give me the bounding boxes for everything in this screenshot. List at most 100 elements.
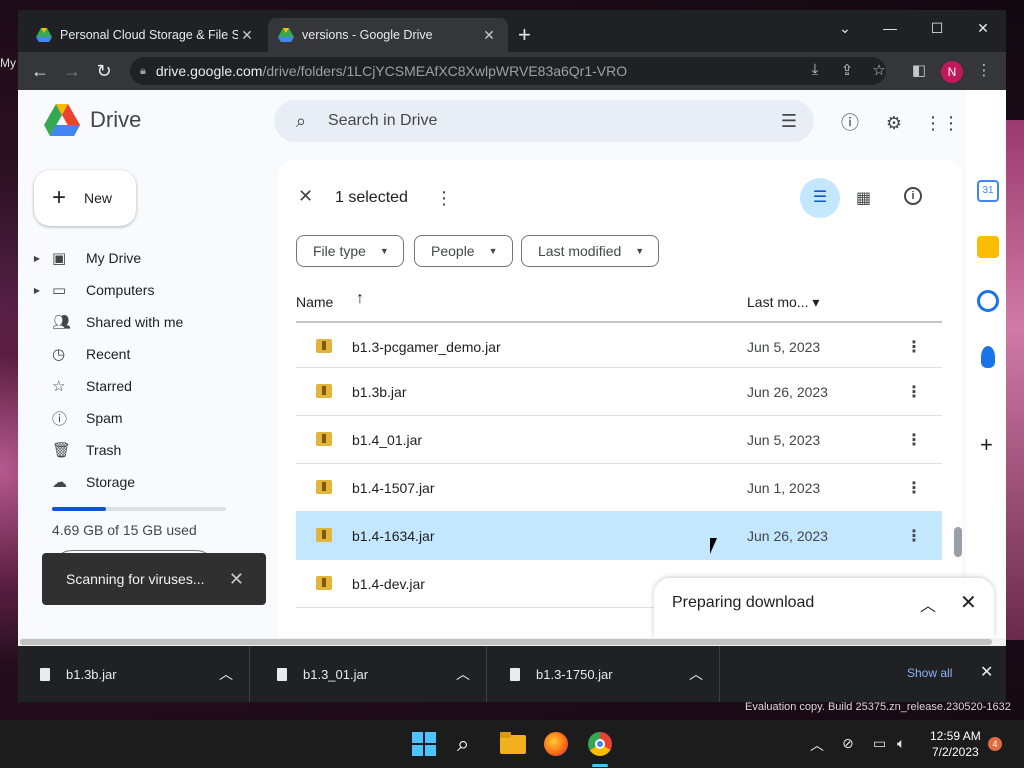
chevron-up-icon[interactable]: ︿ — [689, 664, 703, 684]
apps-grid-icon[interactable]: ⋮⋮⋮ — [924, 111, 978, 135]
sidebar-item-computers[interactable]: ▶ ▭ Computers — [18, 274, 268, 306]
column-last-modified[interactable]: Last mo... ▾ — [747, 294, 819, 311]
tab-versions-drive[interactable]: versions - Google Drive ✕ — [268, 18, 508, 52]
download-item[interactable]: b1.3-1750.jar ︿ — [488, 646, 720, 702]
forward-icon[interactable]: → — [60, 61, 84, 81]
close-shelf-icon[interactable]: ✕ — [980, 662, 993, 682]
tab-close-icon[interactable]: ✕ — [238, 27, 256, 44]
get-addons-plus-icon[interactable]: + — [980, 432, 993, 458]
chrome-icon[interactable] — [588, 732, 612, 756]
reload-icon[interactable]: ↻ — [92, 61, 116, 81]
search-icon[interactable]: ⌕ — [274, 111, 328, 132]
column-name[interactable]: Name — [296, 294, 333, 310]
tab-personal-cloud[interactable]: Personal Cloud Storage & File Sh ✕ — [26, 18, 266, 52]
list-scrollbar[interactable] — [954, 527, 962, 557]
filter-chip-people[interactable]: People ▼ — [414, 235, 513, 267]
search-icon[interactable]: ⌕ — [457, 732, 481, 756]
side-panel-icon[interactable]: ◧ — [908, 61, 930, 79]
file-row[interactable]: b1.4_01.jar Jun 5, 2023 ⋮ — [296, 416, 942, 464]
chevron-up-icon[interactable]: ︿ — [219, 664, 233, 684]
maximize-icon[interactable]: ☐ — [925, 20, 949, 37]
close-panel-icon[interactable]: ✕ — [960, 590, 977, 615]
file-row-selected[interactable]: b1.4-1634.jar Jun 26, 2023 ⋮ — [296, 512, 942, 560]
filter-chip-last-modified[interactable]: Last modified ▼ — [521, 235, 660, 267]
row-menu-icon[interactable]: ⋮ — [906, 526, 922, 546]
firefox-icon[interactable] — [544, 732, 568, 756]
filter-chip-file-type[interactable]: File type ▼ — [296, 235, 404, 267]
clear-selection-icon[interactable]: ✕ — [298, 186, 313, 207]
expand-caret-icon[interactable]: ▶ — [18, 286, 44, 295]
horizontal-scrollbar[interactable] — [18, 638, 1006, 646]
browser-profile-avatar[interactable]: N — [941, 61, 963, 83]
sidebar-item-starred[interactable]: ☆ Starred — [18, 370, 268, 402]
download-item[interactable]: b1.3_01.jar ︿ — [255, 646, 487, 702]
file-icon — [40, 667, 50, 681]
notification-badge[interactable]: 4 — [988, 737, 1002, 751]
scanning-toast: Scanning for viruses... ✕ — [42, 553, 266, 605]
system-clock[interactable]: 12:59 AM 7/2/2023 — [930, 728, 981, 760]
sidebar-item-recent[interactable]: ◷ Recent — [18, 338, 268, 370]
more-actions-icon[interactable]: ⋮ — [435, 188, 453, 209]
search-options-icon[interactable]: ☰ — [764, 111, 814, 132]
row-menu-icon[interactable]: ⋮ — [906, 430, 922, 450]
file-icon — [510, 667, 520, 681]
browser-menu-icon[interactable]: ⋮ — [973, 61, 995, 79]
toast-close-icon[interactable]: ✕ — [229, 569, 244, 590]
sidebar-item-my-drive[interactable]: ▶ ▣ My Drive — [18, 242, 268, 274]
tab-search-icon[interactable]: ⌄ — [833, 20, 857, 37]
chevron-up-icon[interactable]: ︿ — [456, 664, 470, 684]
bookmark-star-icon[interactable]: ☆ — [868, 61, 890, 79]
sidebar-item-storage[interactable]: ☁ Storage — [18, 466, 268, 498]
display-icon[interactable]: ▭ — [873, 735, 886, 752]
sidebar-item-trash[interactable]: 🗑︎ Trash — [18, 434, 268, 466]
tasks-icon[interactable] — [977, 290, 999, 312]
selection-count: 1 selected — [335, 189, 408, 206]
expand-caret-icon[interactable]: ▶ — [18, 254, 44, 263]
new-tab-icon[interactable]: + — [518, 24, 531, 46]
sort-arrow-up-icon[interactable]: ↑ — [356, 290, 364, 308]
horizontal-scrollbar-thumb[interactable] — [20, 639, 992, 645]
download-item[interactable]: b1.3b.jar ︿ — [18, 646, 250, 702]
url-path: /drive/folders/1LCjYCSMEAfXC8XwlpWRVE83a… — [262, 63, 628, 79]
file-row[interactable]: b1.3-pcgamer_demo.jar Jun 5, 2023 ⋮ — [296, 322, 942, 368]
row-menu-icon[interactable]: ⋮ — [906, 382, 922, 402]
help-icon[interactable]: ⓘ — [838, 111, 862, 135]
contacts-icon[interactable] — [981, 346, 995, 368]
details-info-icon[interactable]: i — [904, 187, 922, 205]
volume-icon[interactable]: 🔈︎ — [897, 735, 905, 752]
url-bar[interactable]: 🔒︎ drive.google.com /drive/folders/1LCjY… — [130, 57, 886, 85]
calendar-icon[interactable]: 31 — [977, 180, 999, 202]
new-button[interactable]: + New — [34, 170, 136, 226]
network-off-icon[interactable]: ⊘ — [842, 735, 854, 752]
share-icon[interactable]: ⇪ — [836, 61, 858, 79]
minimize-icon[interactable]: — — [878, 20, 902, 36]
lock-icon: 🔒︎ — [140, 64, 146, 77]
grid-view-icon[interactable]: ▦ — [856, 188, 871, 208]
row-menu-icon[interactable]: ⋮ — [906, 337, 922, 357]
settings-gear-icon[interactable]: ⚙ — [882, 111, 906, 135]
close-window-icon[interactable]: ✕ — [971, 20, 995, 37]
filter-toggle-icon[interactable]: ☰ — [800, 178, 840, 218]
sidebar-item-spam[interactable]: ⓘ Spam — [18, 402, 268, 434]
search-input[interactable]: ⌕ Search in Drive ☰ — [274, 100, 814, 142]
file-name: b1.4-1507.jar — [352, 480, 435, 496]
collapse-chevron-icon[interactable]: ︿ — [920, 592, 936, 616]
start-windows-icon[interactable] — [412, 732, 436, 756]
keep-icon[interactable] — [977, 236, 999, 258]
drive-logo[interactable]: Drive — [44, 104, 141, 136]
install-app-icon[interactable]: ⤓ — [804, 61, 826, 78]
tray-overflow-icon[interactable]: ︿ — [810, 735, 824, 755]
back-icon[interactable]: ← — [28, 61, 52, 81]
selection-bar: ✕ 1 selected ⋮ ☰ ▦ i — [278, 160, 962, 230]
file-row[interactable]: b1.4-1507.jar Jun 1, 2023 ⋮ — [296, 464, 942, 512]
file-row[interactable]: b1.3b.jar Jun 26, 2023 ⋮ — [296, 368, 942, 416]
sidebar-item-shared[interactable]: 👥︎ Shared with me — [18, 306, 268, 338]
row-menu-icon[interactable]: ⋮ — [906, 478, 922, 498]
mouse-cursor — [710, 538, 717, 554]
file-explorer-icon[interactable] — [500, 732, 526, 756]
chip-label: Last modified — [538, 243, 622, 259]
show-all-downloads-link[interactable]: Show all — [907, 666, 952, 680]
spam-icon: ⓘ — [52, 410, 68, 428]
tab-close-icon[interactable]: ✕ — [480, 27, 498, 44]
file-date: Jun 5, 2023 — [747, 432, 821, 448]
